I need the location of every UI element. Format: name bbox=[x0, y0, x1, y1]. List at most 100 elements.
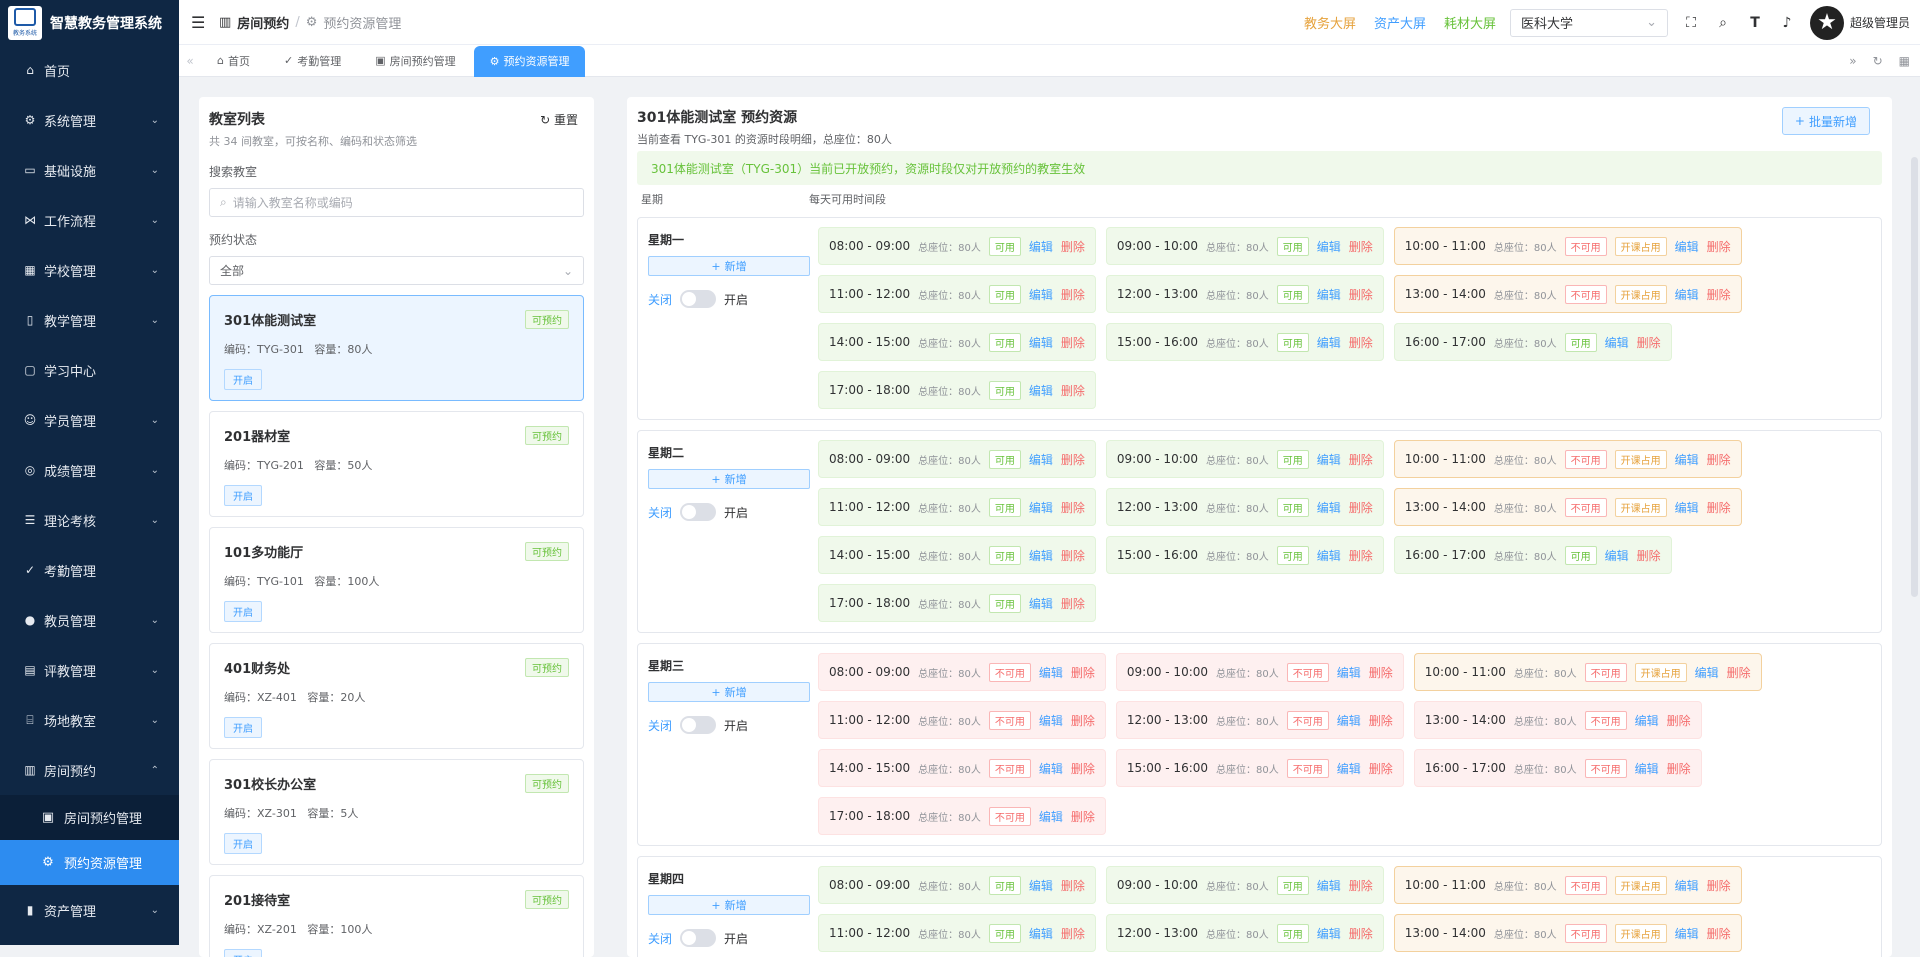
delete-slot-link[interactable]: 删除 bbox=[1061, 547, 1085, 564]
day-toggle[interactable] bbox=[680, 929, 717, 947]
sidebar-item-3[interactable]: ⋈ 工作流程 ⌄ bbox=[0, 195, 179, 245]
edit-slot-link[interactable]: 编辑 bbox=[1635, 760, 1659, 777]
edit-slot-link[interactable]: 编辑 bbox=[1029, 382, 1053, 399]
delete-slot-link[interactable]: 删除 bbox=[1071, 712, 1095, 729]
tab-3[interactable]: ⚙ 预约资源管理 bbox=[473, 45, 586, 77]
delete-slot-link[interactable]: 删除 bbox=[1707, 286, 1731, 303]
refresh-icon[interactable]: ↻ bbox=[1873, 54, 1883, 68]
delete-slot-link[interactable]: 删除 bbox=[1061, 334, 1085, 351]
delete-slot-link[interactable]: 删除 bbox=[1349, 547, 1373, 564]
delete-slot-link[interactable]: 删除 bbox=[1349, 925, 1373, 942]
delete-slot-link[interactable]: 删除 bbox=[1349, 451, 1373, 468]
edit-slot-link[interactable]: 编辑 bbox=[1317, 925, 1341, 942]
delete-slot-link[interactable]: 删除 bbox=[1071, 760, 1095, 777]
reset-button[interactable]: ↻ 重置 bbox=[540, 111, 578, 128]
add-slot-button[interactable]: + 新增 bbox=[648, 469, 810, 489]
room-card[interactable]: 401财务处 可预约 编码：XZ-401 容量：20人 开启 bbox=[209, 643, 584, 749]
font-size-icon[interactable]: T bbox=[1746, 15, 1764, 31]
grid-icon[interactable]: ▦ bbox=[1899, 54, 1910, 68]
tabs-scroll-left-icon[interactable]: « bbox=[179, 54, 201, 68]
delete-slot-link[interactable]: 删除 bbox=[1349, 286, 1373, 303]
sidebar-subitem-1[interactable]: ⚙ 预约资源管理 bbox=[0, 840, 179, 885]
tab-1[interactable]: ✓ 考勤管理 bbox=[268, 47, 357, 75]
delete-slot-link[interactable]: 删除 bbox=[1061, 595, 1085, 612]
sidebar-item-12[interactable]: ▤ 评教管理 ⌄ bbox=[0, 645, 179, 695]
edit-slot-link[interactable]: 编辑 bbox=[1317, 451, 1341, 468]
delete-slot-link[interactable]: 删除 bbox=[1707, 925, 1731, 942]
edit-slot-link[interactable]: 编辑 bbox=[1675, 238, 1699, 255]
delete-slot-link[interactable]: 删除 bbox=[1727, 664, 1751, 681]
edit-slot-link[interactable]: 编辑 bbox=[1675, 877, 1699, 894]
edit-slot-link[interactable]: 编辑 bbox=[1337, 712, 1361, 729]
tab-2[interactable]: ▣ 房间预约管理 bbox=[359, 47, 471, 75]
edit-slot-link[interactable]: 编辑 bbox=[1029, 286, 1053, 303]
edit-slot-link[interactable]: 编辑 bbox=[1317, 286, 1341, 303]
delete-slot-link[interactable]: 删除 bbox=[1071, 664, 1095, 681]
add-slot-button[interactable]: + 新增 bbox=[648, 682, 810, 702]
delete-slot-link[interactable]: 删除 bbox=[1369, 712, 1393, 729]
delete-slot-link[interactable]: 删除 bbox=[1349, 877, 1373, 894]
sidebar-item-6[interactable]: ▢ 学习中心 bbox=[0, 345, 179, 395]
delete-slot-link[interactable]: 删除 bbox=[1061, 925, 1085, 942]
screen-link-0[interactable]: 教务大屏 bbox=[1304, 13, 1356, 32]
sidebar-item-4[interactable]: ▦ 学校管理 ⌄ bbox=[0, 245, 179, 295]
fullscreen-icon[interactable]: ⛶ bbox=[1682, 15, 1700, 31]
delete-slot-link[interactable]: 删除 bbox=[1369, 664, 1393, 681]
sidebar-item-1[interactable]: ⚙ 系统管理 ⌄ bbox=[0, 95, 179, 145]
delete-slot-link[interactable]: 删除 bbox=[1061, 382, 1085, 399]
room-card[interactable]: 201器材室 可预约 编码：TYG-201 容量：50人 开启 bbox=[209, 411, 584, 517]
sidebar-subitem-0[interactable]: ▣ 房间预约管理 bbox=[0, 795, 179, 840]
edit-slot-link[interactable]: 编辑 bbox=[1317, 238, 1341, 255]
breadcrumb-current[interactable]: 房间预约 bbox=[237, 13, 289, 32]
add-slot-button[interactable]: + 新增 bbox=[648, 895, 810, 915]
delete-slot-link[interactable]: 删除 bbox=[1071, 808, 1095, 825]
delete-slot-link[interactable]: 删除 bbox=[1667, 712, 1691, 729]
edit-slot-link[interactable]: 编辑 bbox=[1029, 238, 1053, 255]
sidebar-item-9[interactable]: ☰ 理论考核 ⌄ bbox=[0, 495, 179, 545]
sidebar-item-14[interactable]: ▥ 房间预约 ⌃ bbox=[0, 745, 179, 795]
edit-slot-link[interactable]: 编辑 bbox=[1029, 334, 1053, 351]
room-card[interactable]: 301体能测试室 可预约 编码：TYG-301 容量：80人 开启 bbox=[209, 295, 584, 401]
delete-slot-link[interactable]: 删除 bbox=[1667, 760, 1691, 777]
edit-slot-link[interactable]: 编辑 bbox=[1029, 547, 1053, 564]
add-slot-button[interactable]: + 新增 bbox=[648, 256, 810, 276]
app-logo[interactable]: 教务系统 智慧教务管理系统 bbox=[0, 0, 179, 45]
delete-slot-link[interactable]: 删除 bbox=[1061, 451, 1085, 468]
delete-slot-link[interactable]: 删除 bbox=[1061, 499, 1085, 516]
school-select[interactable]: 医科大学 ⌄ bbox=[1509, 8, 1668, 37]
screen-link-1[interactable]: 资产大屏 bbox=[1374, 13, 1426, 32]
sidebar-item-10[interactable]: ✓ 考勤管理 bbox=[0, 545, 179, 595]
delete-slot-link[interactable]: 删除 bbox=[1707, 238, 1731, 255]
scrollbar[interactable] bbox=[1911, 157, 1918, 597]
edit-slot-link[interactable]: 编辑 bbox=[1317, 547, 1341, 564]
day-toggle[interactable] bbox=[680, 503, 717, 521]
edit-slot-link[interactable]: 编辑 bbox=[1029, 499, 1053, 516]
edit-slot-link[interactable]: 编辑 bbox=[1029, 925, 1053, 942]
edit-slot-link[interactable]: 编辑 bbox=[1039, 664, 1063, 681]
sidebar-item-0[interactable]: ⌂ 首页 bbox=[0, 45, 179, 95]
edit-slot-link[interactable]: 编辑 bbox=[1635, 712, 1659, 729]
edit-slot-link[interactable]: 编辑 bbox=[1337, 760, 1361, 777]
batch-add-button[interactable]: + 批量新增 bbox=[1781, 107, 1870, 135]
user-name[interactable]: 超级管理员 bbox=[1850, 14, 1910, 31]
tab-0[interactable]: ⌂ 首页 bbox=[201, 47, 266, 75]
edit-slot-link[interactable]: 编辑 bbox=[1029, 595, 1053, 612]
delete-slot-link[interactable]: 删除 bbox=[1061, 877, 1085, 894]
screen-link-2[interactable]: 耗材大屏 bbox=[1444, 13, 1496, 32]
bell-icon[interactable]: ♪ bbox=[1778, 15, 1796, 31]
edit-slot-link[interactable]: 编辑 bbox=[1029, 451, 1053, 468]
edit-slot-link[interactable]: 编辑 bbox=[1039, 808, 1063, 825]
day-toggle[interactable] bbox=[680, 716, 717, 734]
search-input[interactable]: ⌕ 请输入教室名称或编码 bbox=[209, 188, 584, 217]
delete-slot-link[interactable]: 删除 bbox=[1369, 760, 1393, 777]
sidebar-item-after-0[interactable]: ▮ 资产管理 ⌄ bbox=[0, 885, 179, 935]
edit-slot-link[interactable]: 编辑 bbox=[1605, 547, 1629, 564]
sidebar-item-11[interactable]: ● 教员管理 ⌄ bbox=[0, 595, 179, 645]
edit-slot-link[interactable]: 编辑 bbox=[1675, 286, 1699, 303]
edit-slot-link[interactable]: 编辑 bbox=[1695, 664, 1719, 681]
search-icon[interactable]: ⌕ bbox=[1714, 15, 1732, 31]
day-toggle[interactable] bbox=[680, 290, 717, 308]
delete-slot-link[interactable]: 删除 bbox=[1349, 499, 1373, 516]
edit-slot-link[interactable]: 编辑 bbox=[1317, 877, 1341, 894]
delete-slot-link[interactable]: 删除 bbox=[1061, 286, 1085, 303]
